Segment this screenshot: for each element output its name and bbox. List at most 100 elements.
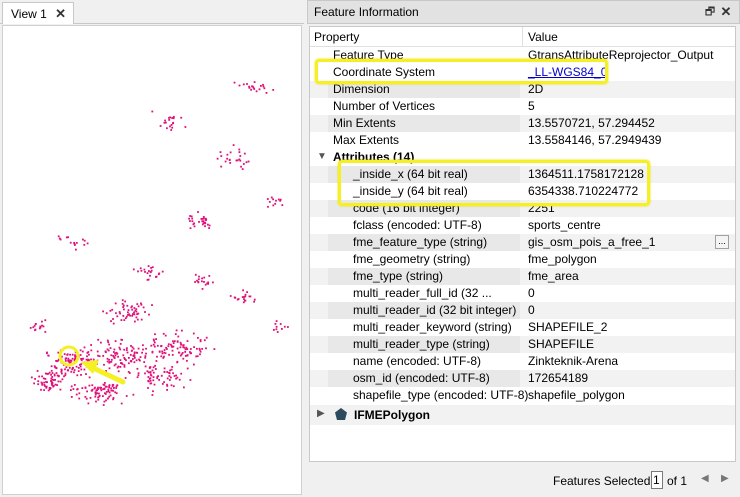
- map-point: [29, 327, 32, 329]
- table-row[interactable]: osm_id (encoded: UTF-8) 172654189: [310, 370, 735, 387]
- page-number-input[interactable]: [651, 471, 663, 489]
- table-row[interactable]: shapefile_type (encoded: UTF-8) shapefil…: [310, 387, 735, 404]
- column-header-value[interactable]: Value: [528, 30, 558, 44]
- map-point: [107, 388, 110, 391]
- table-row[interactable]: fclass (encoded: UTF-8) sports_centre: [310, 217, 735, 234]
- map-point: [125, 395, 128, 397]
- map-point: [123, 348, 126, 351]
- map-points-layer: [29, 81, 289, 406]
- map-point: [111, 385, 114, 388]
- table-row[interactable]: fme_feature_type (string) gis_osm_pois_a…: [310, 234, 735, 251]
- row-property: multi_reader_id (32 bit integer): [353, 303, 517, 317]
- map-canvas[interactable]: [2, 25, 302, 495]
- map-point: [76, 388, 78, 391]
- map-point: [162, 357, 165, 359]
- map-point: [68, 366, 71, 369]
- edit-value-button[interactable]: ...: [715, 235, 729, 249]
- map-point: [135, 351, 138, 354]
- map-point: [88, 359, 90, 361]
- map-point: [216, 157, 219, 160]
- geometry-section-row[interactable]: ▶ IFMEPolygon: [310, 405, 735, 425]
- map-point: [175, 329, 178, 332]
- map-point: [40, 388, 42, 391]
- previous-page-icon[interactable]: ◀: [701, 473, 709, 484]
- map-point: [152, 390, 154, 393]
- map-point: [161, 383, 164, 385]
- table-row[interactable]: name (encoded: UTF-8) Zinkteknik-Arena: [310, 353, 735, 370]
- next-page-icon[interactable]: ▶: [721, 473, 729, 484]
- map-point: [61, 378, 64, 381]
- map-point: [69, 241, 72, 244]
- table-row[interactable]: multi_reader_type (string) SHAPEFILE: [310, 336, 735, 353]
- map-point: [171, 117, 173, 119]
- chevron-right-icon[interactable]: ▶: [317, 408, 325, 419]
- map-point: [139, 267, 142, 270]
- map-point: [67, 359, 69, 362]
- map-point: [106, 357, 109, 360]
- map-point: [170, 124, 173, 126]
- map-point: [135, 308, 138, 311]
- table-row[interactable]: Number of Vertices 5: [310, 98, 735, 115]
- map-point: [240, 165, 242, 168]
- close-icon[interactable]: ✕: [55, 6, 66, 22]
- map-point: [123, 308, 125, 311]
- map-point: [234, 296, 236, 299]
- map-point: [172, 121, 175, 124]
- map-point: [276, 331, 279, 333]
- map-point: [105, 351, 107, 354]
- map-point: [171, 354, 174, 356]
- map-point: [253, 300, 255, 303]
- map-point: [79, 365, 82, 368]
- map-point: [152, 376, 155, 378]
- map-point: [281, 328, 283, 330]
- map-point: [155, 360, 158, 362]
- map-point: [89, 397, 92, 399]
- tab-view-1[interactable]: View 1 ✕: [2, 2, 74, 24]
- map-point: [164, 119, 166, 122]
- map-point: [125, 359, 127, 362]
- row-value: 0: [528, 303, 535, 317]
- table-row[interactable]: fme_geometry (string) fme_polygon: [310, 251, 735, 268]
- row-property: multi_reader_full_id (32 ...: [353, 286, 492, 300]
- map-point: [172, 342, 175, 344]
- float-window-icon[interactable]: 🗗: [703, 5, 717, 19]
- map-point: [169, 369, 171, 372]
- map-point: [108, 367, 111, 370]
- close-icon[interactable]: ✕: [719, 5, 733, 19]
- map-point: [109, 347, 112, 349]
- map-point: [170, 129, 173, 131]
- map-point: [149, 371, 152, 374]
- map-point: [182, 357, 185, 360]
- map-point: [108, 358, 110, 361]
- table-row[interactable]: multi_reader_keyword (string) SHAPEFILE_…: [310, 319, 735, 336]
- map-point: [102, 404, 105, 406]
- map-point: [80, 368, 83, 371]
- map-point: [115, 312, 117, 315]
- table-row[interactable]: multi_reader_full_id (32 ... 0: [310, 285, 735, 302]
- map-point: [243, 152, 246, 155]
- map-point: [143, 361, 146, 363]
- row-value: 5: [528, 99, 535, 113]
- column-divider[interactable]: [522, 27, 523, 47]
- map-point: [114, 354, 117, 357]
- map-point: [168, 379, 171, 381]
- map-point: [67, 357, 70, 360]
- map-point: [46, 381, 48, 384]
- map-point: [178, 351, 180, 354]
- map-point: [268, 201, 271, 203]
- table-row[interactable]: fme_type (string) fme_area: [310, 268, 735, 285]
- map-point: [103, 400, 106, 403]
- table-row[interactable]: Max Extents 13.5584146, 57.2949439: [310, 132, 735, 149]
- map-point: [58, 237, 61, 240]
- map-point: [191, 217, 194, 220]
- table-row[interactable]: Min Extents 13.5570721, 57.294452: [310, 115, 735, 132]
- map-point: [233, 81, 236, 84]
- map-point: [105, 385, 108, 388]
- chevron-down-icon[interactable]: ▼: [317, 151, 327, 162]
- table-row[interactable]: multi_reader_id (32 bit integer) 0: [310, 302, 735, 319]
- map-point: [166, 389, 168, 391]
- column-header-property[interactable]: Property: [314, 30, 359, 44]
- map-point: [121, 303, 124, 305]
- map-point: [147, 376, 150, 378]
- map-point: [114, 340, 117, 342]
